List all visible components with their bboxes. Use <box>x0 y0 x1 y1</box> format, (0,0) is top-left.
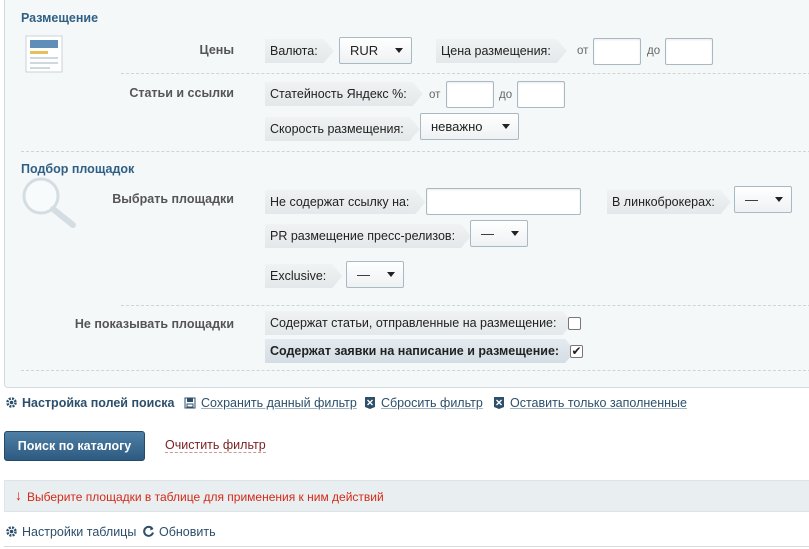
save-filter-link[interactable]: Сохранить данный фильтр <box>184 396 357 412</box>
speed-tag: Скорость размещения: <box>265 117 420 141</box>
yandex-tag: Статейность Яндекс %: <box>265 82 423 106</box>
brokers-value: — <box>745 192 758 207</box>
pr-tag: PR размещение пресс-релизов: <box>265 224 471 248</box>
divider <box>4 546 809 547</box>
gear-icon <box>5 396 18 409</box>
price-from-input[interactable] <box>593 38 641 65</box>
table-settings-label: Настройки таблицы <box>22 525 137 539</box>
no-link-input[interactable] <box>426 188 581 215</box>
hide-articles-checkbox[interactable] <box>568 317 581 330</box>
section-title-placement: Размещение <box>21 11 99 25</box>
chevron-down-icon <box>502 124 510 129</box>
yandex-to-label: до <box>499 89 513 101</box>
refresh-link[interactable]: Обновить <box>142 525 216 539</box>
separator <box>121 73 809 74</box>
no-link-tag: Не содержат ссылку на: <box>265 190 425 214</box>
price-tag: Цена размещения: <box>436 39 567 63</box>
selection-notice: ↓ Выберите площадки в таблице для примен… <box>4 480 809 512</box>
price-from-label: от <box>577 45 589 57</box>
exclusive-tag: Exclusive: <box>265 264 342 288</box>
refresh-icon <box>142 525 155 538</box>
currency-select[interactable]: RUR <box>339 37 412 64</box>
search-catalog-button[interactable]: Поиск по каталогу <box>4 431 145 461</box>
clear-filter-link[interactable]: Очистить фильтр <box>165 438 266 453</box>
arrow-down-icon: ↓ <box>15 487 22 503</box>
save-filter-label: Сохранить данный фильтр <box>201 396 357 410</box>
reset-filter-link[interactable]: Сбросить фильтр <box>364 396 483 412</box>
save-icon <box>184 397 197 410</box>
articles-label: Статьи и ссылки <box>129 86 234 100</box>
configure-fields-label: Настройка полей поиска <box>22 396 175 410</box>
prices-label: Цены <box>199 43 234 57</box>
exclusive-select[interactable]: — <box>346 261 404 288</box>
separator <box>21 151 809 152</box>
price-to-input[interactable] <box>665 38 713 65</box>
separator <box>21 370 809 371</box>
notice-text: Выберите площадки в таблице для применен… <box>27 490 384 504</box>
pr-value: — <box>481 226 494 241</box>
reset-filter-label: Сбросить фильтр <box>381 396 483 410</box>
keep-filled-label: Оставить только заполненные <box>510 396 687 410</box>
gear-icon <box>5 525 18 538</box>
choose-label: Выбрать площадки <box>112 192 234 206</box>
table-settings-link[interactable]: Настройки таблицы <box>5 525 136 539</box>
configure-fields-link[interactable]: Настройка полей поиска <box>5 396 174 412</box>
hide-label: Не показывать площадки <box>74 317 234 331</box>
separator <box>121 305 809 306</box>
price-to-label: до <box>647 45 661 57</box>
currency-tag: Валюта: <box>265 39 334 63</box>
refresh-label: Обновить <box>159 525 216 539</box>
yandex-to-input[interactable] <box>517 81 565 108</box>
hide-orders-checkbox[interactable]: ✔ <box>570 345 583 358</box>
filter-panel: Размещение Цены Валюта: RUR Цена размеще… <box>4 0 809 388</box>
yandex-from-input[interactable] <box>446 81 494 108</box>
chevron-down-icon <box>395 48 403 53</box>
hide-orders-tag: Содержат заявки на написание и размещени… <box>265 339 575 363</box>
exclusive-value: — <box>357 267 370 282</box>
pr-select[interactable]: — <box>470 220 528 247</box>
filter-reset-icon <box>364 396 377 409</box>
speed-select[interactable]: неважно <box>420 113 519 140</box>
filter-icon <box>493 396 506 409</box>
brokers-tag: В линкоброкерах: <box>607 190 731 214</box>
currency-value: RUR <box>350 43 379 58</box>
keep-filled-link[interactable]: Оставить только заполненные <box>493 396 687 412</box>
chevron-down-icon <box>387 272 395 277</box>
chevron-down-icon <box>511 231 519 236</box>
speed-value: неважно <box>431 119 483 134</box>
yandex-from-label: от <box>429 89 441 101</box>
brokers-select[interactable]: — <box>734 186 792 213</box>
hide-articles-tag: Содержат статьи, отправленные на размеще… <box>265 311 572 335</box>
chevron-down-icon <box>775 197 783 202</box>
